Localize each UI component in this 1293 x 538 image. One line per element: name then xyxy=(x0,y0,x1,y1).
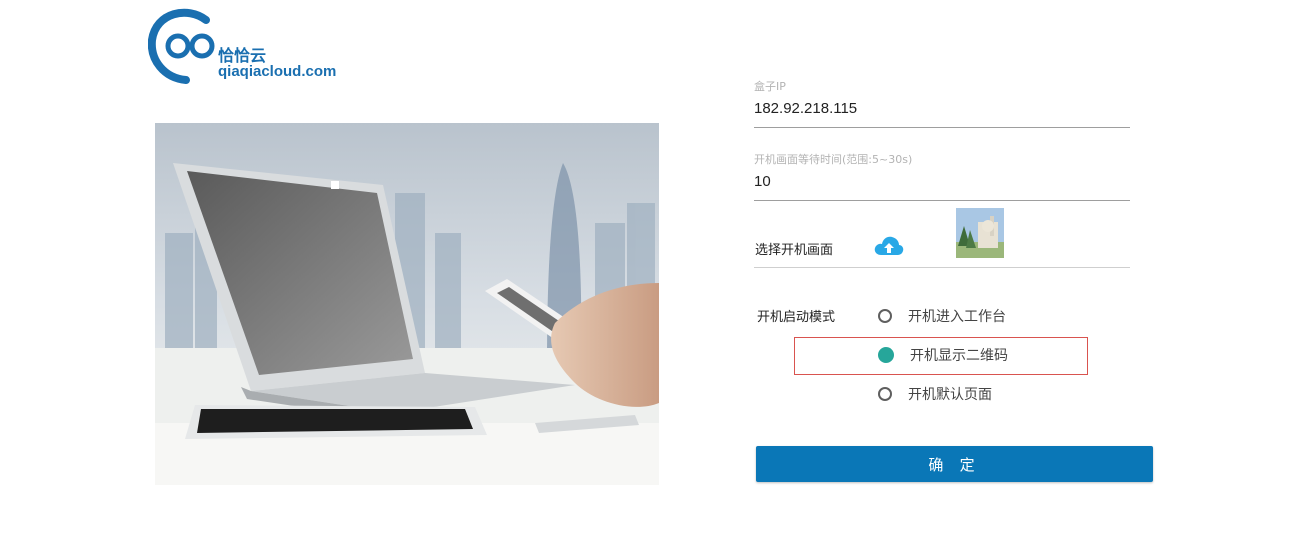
boot-image-underline xyxy=(754,267,1130,268)
radio-unchecked-icon[interactable] xyxy=(878,387,892,401)
boot-image-label: 选择开机画面 xyxy=(755,243,834,258)
box-ip-input[interactable]: 182.92.218.115 xyxy=(754,100,1130,117)
logo-mark-icon xyxy=(148,8,215,84)
box-ip-field[interactable]: 盒子IP 182.92.218.115 xyxy=(754,78,1130,117)
brand-logo: 恰恰云 qiaqiacloud.com xyxy=(148,8,368,84)
boot-mode-label: 开机启动模式 xyxy=(757,310,836,325)
boot-mode-option-label: 开机进入工作台 xyxy=(908,309,1006,325)
confirm-button[interactable]: 确 定 xyxy=(756,446,1153,482)
wait-time-field[interactable]: 开机画面等待时间(范围:5~30s) 10 xyxy=(754,151,1130,190)
wait-time-underline xyxy=(754,200,1130,201)
boot-mode-option-default-page[interactable]: 开机默认页面 xyxy=(878,383,992,405)
radio-checked-icon[interactable] xyxy=(878,347,894,363)
brand-domain: qiaqiacloud.com xyxy=(218,63,337,80)
boot-image-thumbnail[interactable] xyxy=(956,208,1004,258)
boot-mode-option-label: 开机显示二维码 xyxy=(910,348,1008,364)
wait-time-label: 开机画面等待时间(范围:5~30s) xyxy=(754,153,913,166)
boot-mode-option-qrcode[interactable]: 开机显示二维码 xyxy=(878,344,1008,366)
cloud-upload-icon[interactable] xyxy=(874,235,904,257)
boot-mode-option-workbench[interactable]: 开机进入工作台 xyxy=(878,305,1006,327)
radio-unchecked-icon[interactable] xyxy=(878,309,892,323)
box-ip-underline xyxy=(754,127,1130,128)
wait-time-input[interactable]: 10 xyxy=(754,173,1130,190)
hero-illustration xyxy=(155,123,659,485)
boot-mode-option-label: 开机默认页面 xyxy=(908,387,992,403)
box-ip-label: 盒子IP xyxy=(754,80,786,93)
